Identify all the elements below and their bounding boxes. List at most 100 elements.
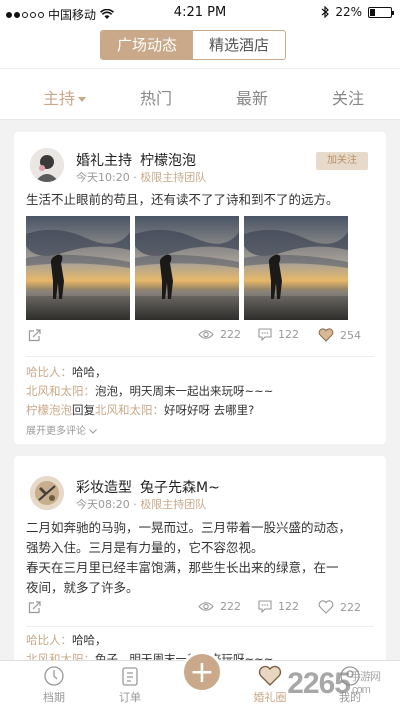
heart-icon [258, 665, 282, 686]
comment-text: 好呀好呀 去哪里? [164, 403, 255, 417]
tab-following[interactable]: 关注 [332, 85, 364, 109]
tab-schedule-label: 档期 [43, 691, 65, 704]
segment-hotels[interactable]: 精选酒店 [193, 31, 285, 59]
post-text: 生活不止眼前的苟且，还有读不了了诗和到不了的远方。 [26, 192, 339, 207]
post-text: 二月如奔驰的马驹，一晃而过。三月带着一股兴盛的动态， 强势入住。三月是有力量的，… [26, 518, 376, 598]
comment-icon [258, 600, 272, 613]
post-meta: 今天10:20 · 极限主持团队 [76, 169, 206, 185]
team-link[interactable]: 极限主持团队 [140, 498, 206, 511]
comment-text: 哈哈， [72, 365, 107, 379]
comment-author[interactable]: 哈比人： [26, 633, 72, 647]
post-actions: 222 122 222 [14, 600, 386, 620]
dropdown-caret-icon [78, 97, 87, 102]
comments-value: 122 [278, 600, 299, 613]
plus-icon: + [189, 655, 215, 690]
meta-separator: · [133, 171, 137, 184]
tab-orders-label: 订单 [119, 691, 141, 704]
reply-target[interactable]: 北风和太阳： [95, 403, 164, 417]
watermark-tag: 手游网 [350, 671, 381, 683]
post-photo[interactable] [26, 216, 130, 320]
battery-icon [368, 6, 394, 18]
comment-author[interactable]: 哈比人： [26, 365, 72, 379]
like-button[interactable]: 222 [318, 600, 361, 614]
share-button[interactable] [28, 328, 42, 342]
bluetooth-icon [321, 6, 330, 18]
post-author: 婚礼主持 柠檬泡泡 [76, 150, 204, 170]
post-text-line: 强势入住。三月是有力量的，它不容忽视。 [26, 540, 264, 555]
view-count: 222 [198, 328, 241, 341]
tab-schedule[interactable]: 档期 [24, 665, 84, 705]
clock-icon [44, 666, 64, 686]
comment-text: 泡泡，明天周末一起出来玩呀~~~ [95, 384, 274, 398]
views-value: 222 [220, 600, 241, 613]
clipboard-icon [122, 667, 138, 686]
avatar[interactable] [30, 148, 64, 182]
post-time: 今天10:20 [76, 171, 130, 184]
comment-button[interactable]: 122 [258, 328, 299, 341]
comments-value: 122 [278, 328, 299, 341]
comment-author[interactable]: 柠檬泡泡 [26, 403, 72, 417]
divider [26, 356, 374, 357]
likes-value: 254 [340, 328, 361, 342]
status-bar: 中国移动 4:21 PM 22% [0, 0, 400, 26]
post-photo[interactable] [244, 216, 348, 320]
author-name[interactable]: 兔子先森M~ [140, 480, 220, 496]
likes-value: 222 [340, 600, 361, 614]
comment-button[interactable]: 122 [258, 600, 299, 613]
comment-text: 哈哈， [72, 633, 107, 647]
watermark-logo: 2265手游网 .com [287, 667, 394, 701]
post-photo[interactable] [135, 216, 239, 320]
battery-percent: 22% [335, 5, 362, 19]
comment-row[interactable]: 柠檬泡泡回复北风和太阳：好呀好呀 去哪里? [26, 402, 254, 418]
follow-button[interactable]: 加关注 [316, 152, 368, 170]
tab-wedding-circle-label: 婚礼圈 [253, 691, 287, 704]
eye-icon [198, 602, 214, 611]
comment-row[interactable]: 北风和太阳：泡泡，明天周末一起出来玩呀~~~ [26, 383, 273, 399]
post-category: 彩妆造型 [76, 480, 132, 496]
watermark-brand: 2265 [287, 667, 351, 700]
share-button[interactable] [28, 600, 42, 614]
post-card: 彩妆造型 兔子先森M~ 今天08:20 · 极限主持团队 二月如奔驰的马驹，一晃而… [14, 456, 386, 666]
tab-orders[interactable]: 订单 [100, 665, 160, 705]
expand-comments-link[interactable]: 展开更多评论 [26, 422, 98, 437]
comment-row[interactable]: 哈比人：哈哈， [26, 632, 107, 648]
team-link[interactable]: 极限主持团队 [140, 171, 206, 184]
watermark-site: .com [350, 684, 371, 696]
share-icon [28, 329, 41, 342]
post-text-line: 春天在三月里已经丰富饱满，那些生长出来的绿意，在一 [26, 560, 339, 575]
expand-comments-label: 展开更多评论 [26, 426, 86, 437]
tab-latest[interactable]: 最新 [236, 85, 268, 109]
author-name[interactable]: 柠檬泡泡 [140, 153, 196, 169]
tab-host-label: 主持 [43, 89, 76, 108]
heart-filled-icon [318, 328, 334, 342]
comment-author[interactable]: 北风和太阳： [26, 384, 95, 398]
post-text-line: 夜间，就多了许多。 [26, 580, 139, 595]
post-card: 婚礼主持 柠檬泡泡 今天10:20 · 极限主持团队 加关注 生活不止眼前的苟且，… [14, 132, 386, 444]
eye-icon [198, 330, 214, 339]
heart-outline-icon [318, 600, 334, 614]
post-meta: 今天08:20 · 极限主持团队 [76, 496, 206, 512]
post-category: 婚礼主持 [76, 153, 132, 169]
reply-label: 回复 [72, 403, 95, 417]
comment-row[interactable]: 哈比人：哈哈， [26, 364, 107, 380]
segment-plaza-feed[interactable]: 广场动态 [101, 31, 193, 59]
filter-tabs: 主持 热门 最新 关注 [0, 68, 400, 120]
divider [26, 626, 374, 627]
comment-icon [258, 328, 272, 341]
tab-host[interactable]: 主持 [43, 85, 87, 109]
tab-hot[interactable]: 热门 [140, 85, 172, 109]
add-post-button[interactable]: + [181, 651, 223, 693]
avatar[interactable] [30, 476, 64, 510]
top-nav: 广场动态 精选酒店 [0, 26, 400, 68]
post-text-line: 二月如奔驰的马驹，一晃而过。三月带着一股兴盛的动态， [26, 520, 352, 535]
views-value: 222 [220, 328, 241, 341]
segment-control: 广场动态 精选酒店 [100, 30, 286, 60]
chevron-down-icon [89, 429, 98, 434]
meta-separator: · [133, 498, 137, 511]
view-count: 222 [198, 600, 241, 613]
post-author: 彩妆造型 兔子先森M~ [76, 477, 228, 497]
post-time: 今天08:20 [76, 498, 130, 511]
like-button[interactable]: 254 [318, 328, 361, 342]
share-icon [28, 601, 41, 614]
post-actions: 222 122 254 [14, 328, 386, 348]
